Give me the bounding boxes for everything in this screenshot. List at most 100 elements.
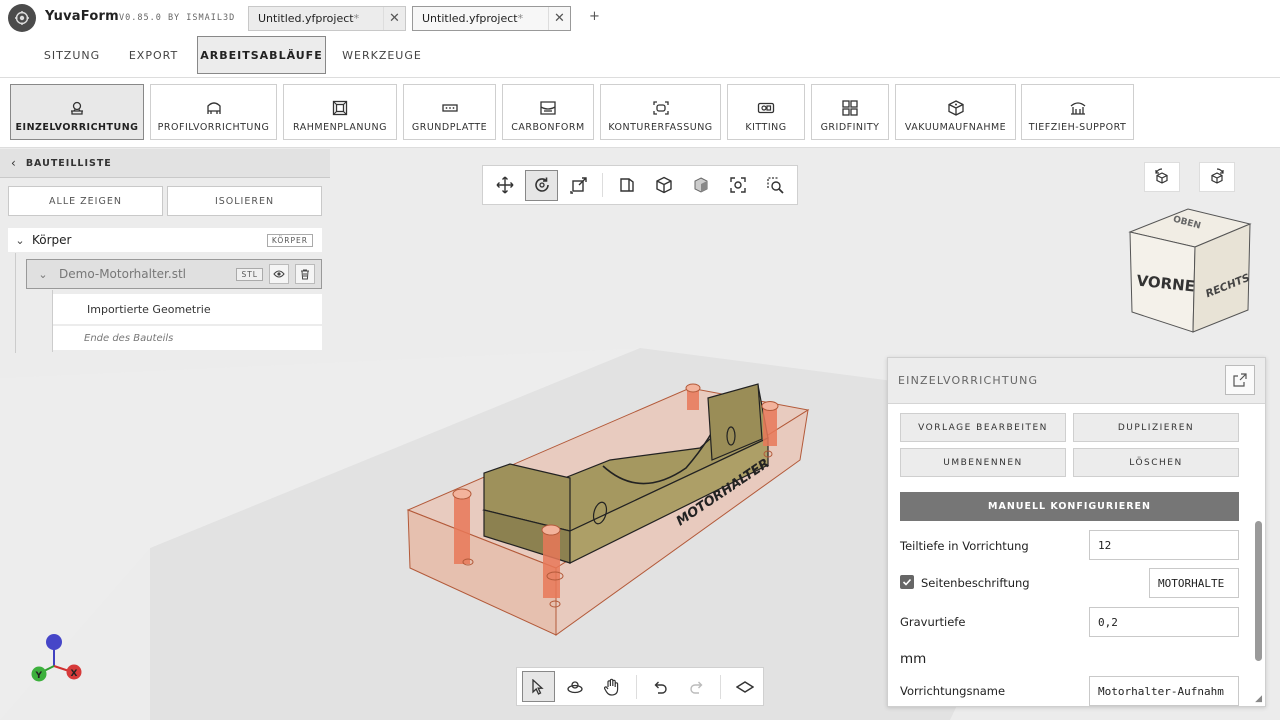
engrave-depth-label: Gravurtiefe — [900, 615, 966, 629]
sidebar-title: BAUTEILLISTE — [25, 157, 112, 169]
workflow-ribbon: EINZELVORRICHTUNG PROFILVORRICHTUNG RAHM… — [0, 78, 1280, 148]
tree-group-koerper[interactable]: ⌄ Körper KÖRPER — [8, 228, 322, 252]
plane-icon[interactable] — [728, 671, 761, 702]
group-label: Körper — [32, 233, 72, 247]
chevron-down-icon[interactable]: ⌄ — [27, 268, 59, 281]
menu-tab-arbeitsablaeufe[interactable]: ARBEITSABLÄUFE — [197, 36, 326, 74]
duplicate-button[interactable]: DUPLIZIEREN — [1073, 413, 1239, 442]
chevron-left-icon[interactable]: ‹ — [11, 156, 17, 170]
popout-icon[interactable] — [1225, 365, 1255, 395]
isolate-button[interactable]: ISOLIEREN — [167, 186, 322, 216]
menu-tab-werkzeuge[interactable]: WERKZEUGE — [335, 36, 429, 74]
locating-pin — [541, 524, 564, 608]
fit-view-icon[interactable] — [721, 170, 754, 201]
ribbon-carbonform[interactable]: CARBONFORM — [502, 84, 594, 140]
view-front-icon[interactable] — [610, 170, 643, 201]
rename-button[interactable]: UMBENENNEN — [900, 448, 1066, 477]
sidebar-header[interactable]: ‹ BAUTEILLISTE — [0, 149, 330, 178]
axis-gizmo: X Y — [31, 634, 82, 682]
app-name: YuvaForm — [45, 9, 119, 24]
side-label-label: Seitenbeschriftung — [921, 576, 1030, 590]
single-fixture-icon — [71, 101, 83, 115]
panel-header: EINZELVORRICHTUNG — [888, 358, 1265, 404]
panel-title: EINZELVORRICHTUNG — [898, 374, 1039, 387]
contour-capture-icon — [652, 101, 669, 115]
carbon-form-icon — [540, 101, 556, 115]
document-tab[interactable]: Untitled.yfproject* ✕ — [248, 6, 406, 31]
redo-icon[interactable] — [680, 671, 713, 702]
engrave-depth-input[interactable]: 0,2 — [1089, 607, 1239, 637]
app-logo-icon[interactable] — [8, 4, 36, 32]
modified-indicator: * — [353, 12, 360, 25]
ribbon-einzelvorrichtung[interactable]: EINZELVORRICHTUNG — [10, 84, 144, 140]
rotate-view-left-icon[interactable] — [1144, 162, 1180, 192]
tab-label: Untitled.yfproject — [422, 12, 518, 25]
baseplate-icon — [441, 104, 458, 112]
configure-manually-button[interactable]: MANUELL KONFIGURIEREN — [900, 492, 1239, 521]
ribbon-kitting[interactable]: KITTING — [727, 84, 805, 140]
view-solid-icon[interactable] — [684, 170, 717, 201]
pan-hand-icon[interactable] — [596, 671, 629, 702]
ribbon-grundplatte[interactable]: GRUNDPLATTE — [403, 84, 496, 140]
scrollbar-thumb[interactable] — [1255, 521, 1262, 661]
view-toolbar — [482, 165, 798, 205]
close-tab-icon[interactable]: ✕ — [548, 7, 570, 30]
view-cube[interactable]: OBEN VORNE RECHTS — [1120, 200, 1260, 340]
ribbon-profilvorrichtung[interactable]: PROFILVORRICHTUNG — [150, 84, 277, 140]
ribbon-label: GRIDFINITY — [820, 122, 880, 133]
document-tab-active[interactable]: Untitled.yfproject* ✕ — [412, 6, 571, 31]
ribbon-vakuumaufnahme[interactable]: VAKUUMAUFNAHME — [895, 84, 1016, 140]
gridfinity-icon — [842, 100, 858, 116]
parts-sidebar: ‹ BAUTEILLISTE ALLE ZEIGEN ISOLIEREN ⌄ K… — [0, 149, 330, 359]
scale-icon[interactable] — [562, 170, 595, 201]
chevron-down-icon[interactable]: ⌄ — [8, 234, 32, 247]
ribbon-konturerfassung[interactable]: KONTURERFASSUNG — [600, 84, 721, 140]
ribbon-label: KITTING — [745, 122, 787, 133]
view-iso-icon[interactable] — [647, 170, 680, 201]
y-axis-label: Y — [35, 671, 43, 681]
menu-tab-export[interactable]: EXPORT — [120, 36, 187, 74]
interaction-toolbar — [516, 667, 764, 706]
edit-template-button[interactable]: VORLAGE BEARBEITEN — [900, 413, 1066, 442]
move-icon[interactable] — [488, 170, 521, 201]
vacuum-fixture-icon — [947, 100, 964, 116]
file-type-badge: STL — [236, 267, 263, 281]
toolbar-separator — [602, 173, 603, 197]
frame-planning-icon — [332, 100, 348, 116]
rotate-icon[interactable] — [525, 169, 558, 201]
ribbon-label: GRUNDPLATTE — [411, 122, 488, 133]
orbit-icon[interactable] — [559, 671, 592, 702]
rotate-view-right-icon[interactable] — [1199, 162, 1235, 192]
fixture-panel: EINZELVORRICHTUNG VORLAGE BEARBEITEN DUP… — [887, 357, 1266, 707]
ribbon-rahmenplanung[interactable]: RAHMENPLANUNG — [283, 84, 397, 140]
tree-item-file[interactable]: ⌄ Demo-Motorhalter.stl STL — [26, 259, 322, 289]
ribbon-label: PROFILVORRICHTUNG — [157, 122, 270, 133]
menu-tab-sitzung[interactable]: SITZUNG — [34, 36, 110, 74]
undo-icon[interactable] — [644, 671, 677, 702]
close-tab-icon[interactable]: ✕ — [383, 7, 405, 30]
z-axis-handle[interactable] — [46, 634, 62, 650]
x-axis-label: X — [71, 669, 78, 679]
tree-item-end: Ende des Bauteils — [53, 326, 322, 350]
eye-icon[interactable] — [269, 264, 289, 284]
show-all-button[interactable]: ALLE ZEIGEN — [8, 186, 163, 216]
ribbon-label: RAHMENPLANUNG — [293, 122, 387, 133]
select-pointer-icon[interactable] — [522, 671, 555, 702]
tree-item-geometry[interactable]: Importierte Geometrie — [53, 294, 322, 324]
locating-pin — [685, 383, 701, 410]
ribbon-tiefzieh-support[interactable]: TIEFZIEH-SUPPORT — [1021, 84, 1134, 140]
part-depth-input[interactable]: 12 — [1089, 530, 1239, 560]
side-label-input[interactable]: MOTORHALTE — [1149, 568, 1239, 598]
new-tab-button[interactable]: + — [589, 9, 600, 24]
title-bar: YuvaForm V0.85.0 BY ISMAIL3D Untitled.yf… — [0, 0, 1280, 36]
tab-label: Untitled.yfproject — [258, 12, 354, 25]
side-label-checkbox[interactable] — [900, 575, 914, 589]
fixture-name-input[interactable]: Motorhalter-Aufnahm — [1089, 676, 1239, 706]
resize-grip-icon[interactable]: ◢ — [1255, 694, 1262, 704]
zoom-selection-icon[interactable] — [758, 170, 791, 201]
trash-icon[interactable] — [295, 264, 315, 284]
file-label: Demo-Motorhalter.stl — [59, 267, 186, 281]
kitting-icon — [757, 102, 775, 114]
ribbon-gridfinity[interactable]: GRIDFINITY — [811, 84, 889, 140]
delete-button[interactable]: LÖSCHEN — [1073, 448, 1239, 477]
